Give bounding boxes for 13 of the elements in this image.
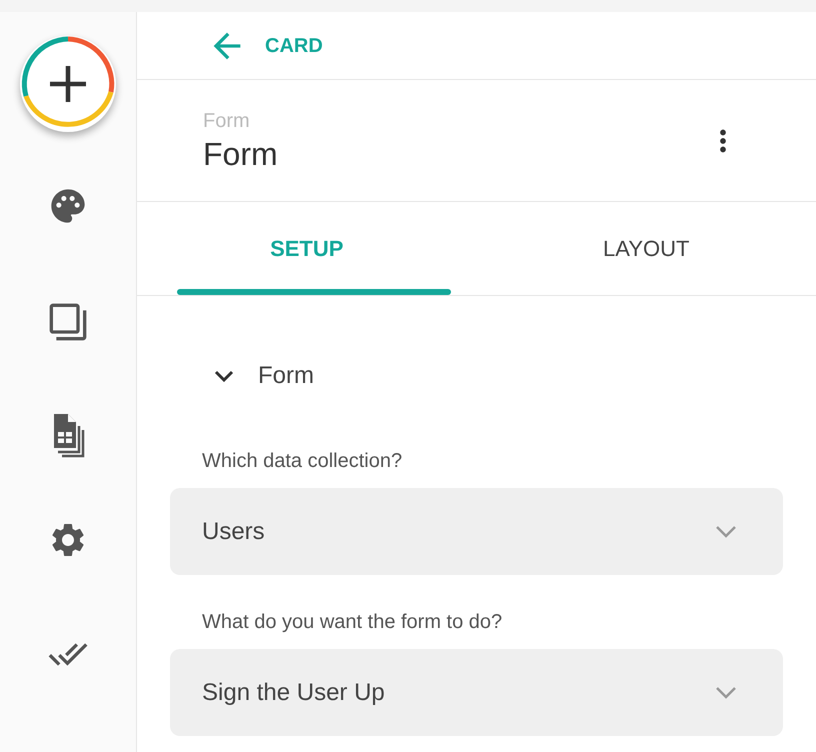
tab[interactable]: LAYOUT [476,202,816,295]
add-button[interactable] [20,36,116,132]
select-field[interactable]: Users [170,488,783,575]
section-header[interactable]: Form [208,358,783,394]
field-label: What do you want the form to do? [201,610,504,635]
dropdown-caret-icon [715,525,737,538]
dropdown-caret-icon [715,686,737,699]
subtitle: Form [203,108,251,134]
chevron-down-icon [214,370,234,382]
stacked-windows-icon[interactable] [48,302,88,342]
field-label: Which data collection? [201,449,404,474]
title: Form [203,134,279,174]
select-field[interactable]: Sign the User Up [170,649,783,736]
